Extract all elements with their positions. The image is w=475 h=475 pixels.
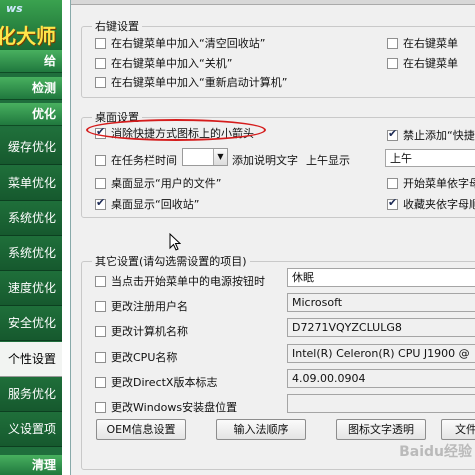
register-user-input[interactable]: Microsoft bbox=[287, 293, 475, 312]
other-power-button[interactable]: 当点击开始菜单中的电源按钮时 bbox=[95, 273, 265, 289]
checkbox[interactable] bbox=[95, 154, 106, 166]
checkbox[interactable] bbox=[387, 37, 398, 49]
taskbar-time-suffix: 添加说明文字 上午显示 bbox=[232, 154, 350, 167]
directx-version-input[interactable]: 4.09.00.0904 bbox=[287, 369, 475, 388]
other-cpu-name[interactable]: 更改CPU名称 bbox=[95, 349, 177, 365]
other-directx-version[interactable]: 更改DirectX版本标志 bbox=[95, 374, 217, 390]
desktop-user-files[interactable]: 桌面显示“用户的文件” bbox=[95, 175, 221, 191]
sidebar-item-personal[interactable]: 个性设置 bbox=[0, 342, 62, 377]
ime-order-button[interactable]: 输入法顺序 bbox=[216, 419, 306, 440]
right-click-option-recycle[interactable]: 在右键菜单中加入“清空回收站” bbox=[95, 35, 265, 51]
desktop-recycle-bin[interactable]: 桌面显示“回收站” bbox=[95, 196, 199, 212]
top-divider bbox=[71, 0, 475, 5]
oem-info-button[interactable]: OEM信息设置 bbox=[96, 419, 186, 440]
other-register-user[interactable]: 更改注册用户名 bbox=[95, 298, 188, 314]
other-computer-name[interactable]: 更改计算机名称 bbox=[95, 323, 188, 339]
sidebar: ws 化大师 给 检测 优化 缓存优化 菜单优化 系统优化 系统优化 速度优化 … bbox=[0, 0, 62, 475]
checkbox[interactable] bbox=[95, 300, 106, 312]
checkbox[interactable] bbox=[387, 57, 398, 69]
checkbox[interactable] bbox=[95, 351, 106, 363]
sidebar-item-clean[interactable]: 清理 bbox=[0, 455, 62, 475]
sidebar-item-service[interactable]: 服务优化 bbox=[0, 377, 62, 412]
desktop-right-1[interactable]: 禁止添加“快捷 bbox=[387, 127, 475, 143]
cpu-name-input[interactable]: Intel(R) Celeron(R) CPU J1900 @ bbox=[287, 344, 475, 363]
checkbox[interactable] bbox=[95, 37, 106, 49]
power-action-input[interactable]: 休眠 bbox=[287, 268, 475, 287]
checkbox[interactable] bbox=[95, 376, 106, 388]
checkbox-checked[interactable] bbox=[387, 127, 398, 141]
am-display-input[interactable]: 上午 bbox=[385, 149, 475, 167]
checkbox[interactable] bbox=[95, 275, 106, 287]
mouse-cursor-icon bbox=[169, 233, 181, 251]
right-click-title: 右键设置 bbox=[95, 20, 139, 33]
checkbox-checked[interactable] bbox=[387, 196, 398, 210]
app-logo: ws 化大师 bbox=[0, 0, 62, 50]
settings-panel: 右键设置 在右键菜单中加入“清空回收站” 在右键菜单中加入“关机” 在右键菜单中… bbox=[70, 0, 475, 475]
desktop-right-3[interactable]: 收藏夹依字母顺 bbox=[387, 196, 475, 212]
sidebar-item-0[interactable]: 给 bbox=[0, 50, 62, 73]
other-title: 其它设置(请勾选需设置的项目) bbox=[95, 255, 247, 268]
checkbox[interactable] bbox=[95, 76, 106, 88]
icon-text-transparent-button[interactable]: 图标文字透明 bbox=[336, 419, 426, 440]
checkbox-checked[interactable] bbox=[95, 196, 106, 210]
right-click-option-restart[interactable]: 在右键菜单中加入“重新启动计算机” bbox=[95, 74, 287, 90]
logo-top-text: ws bbox=[6, 2, 23, 15]
sidebar-item-check[interactable]: 检测 bbox=[0, 77, 62, 100]
other-windows-install-path[interactable]: 更改Windows安装盘位置 bbox=[95, 399, 237, 415]
sidebar-item-menu[interactable]: 菜单优化 bbox=[0, 166, 62, 201]
sidebar-item-system-1[interactable]: 系统优化 bbox=[0, 201, 62, 236]
checkbox[interactable] bbox=[95, 401, 106, 413]
logo-brand-text: 化大师 bbox=[0, 24, 56, 48]
checkbox[interactable] bbox=[95, 57, 106, 69]
right-click-option-right-1[interactable]: 在右键菜单 bbox=[387, 35, 458, 51]
sidebar-item-speed[interactable]: 速度优化 bbox=[0, 271, 62, 306]
checkbox[interactable] bbox=[95, 177, 106, 189]
sidebar-item-system-2[interactable]: 系统优化 bbox=[0, 236, 62, 271]
sidebar-item-security[interactable]: 安全优化 bbox=[0, 306, 62, 341]
desktop-right-2[interactable]: 开始菜单依字母 bbox=[387, 175, 475, 191]
desktop-taskbar-time[interactable]: 在任务栏时间 bbox=[95, 152, 177, 168]
checkbox[interactable] bbox=[95, 325, 106, 337]
windows-install-path-input[interactable] bbox=[287, 394, 475, 413]
chevron-down-icon[interactable]: ▼ bbox=[213, 149, 227, 165]
sidebar-item-custom[interactable]: 义设置项 bbox=[0, 412, 62, 447]
sidebar-item-cache[interactable]: 缓存优化 bbox=[0, 130, 62, 165]
file-button[interactable]: 文件 bbox=[441, 419, 475, 440]
right-click-option-right-2[interactable]: 在右键菜单 bbox=[387, 55, 458, 71]
taskbar-time-combo[interactable]: ▼ bbox=[182, 148, 228, 166]
checkbox[interactable] bbox=[387, 177, 398, 189]
watermark: Baidu经验 bbox=[399, 444, 472, 460]
computer-name-input[interactable]: D7271VQYZCLULG8 bbox=[287, 318, 475, 337]
right-click-option-shutdown[interactable]: 在右键菜单中加入“关机” bbox=[95, 55, 232, 71]
red-annotation-ellipse bbox=[86, 119, 266, 141]
sidebar-item-optimize[interactable]: 优化 bbox=[0, 103, 62, 126]
